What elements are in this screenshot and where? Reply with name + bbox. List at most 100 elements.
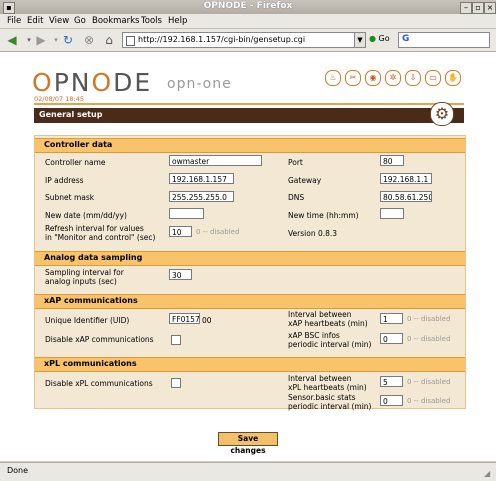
search-input[interactable]: G — [398, 32, 490, 48]
disable-xpl-checkbox[interactable] — [171, 378, 181, 388]
go-label: Go — [378, 34, 390, 43]
xap-bsc-label-line1: xAP BSC infos — [288, 331, 340, 340]
xap-bsc-label-line2: periodic interval (min) — [288, 340, 372, 349]
gear-icon[interactable]: ⚙ — [430, 102, 454, 126]
xpl-heartbeat-hint: 0 -- disabled — [407, 378, 451, 386]
new-time-label: New time (hh:mm) — [288, 211, 359, 220]
uid-label: Unique Identifier (UID) — [45, 316, 130, 325]
lightbulb-icon[interactable]: ♨ — [325, 70, 341, 86]
xpl-heartbeat-label-line1: Interval between — [288, 374, 352, 383]
xap-heartbeat-field[interactable]: 1 — [380, 313, 403, 324]
menu-help[interactable]: Help — [168, 16, 187, 26]
menu-go[interactable]: Go — [74, 16, 86, 26]
xap-section-header: xAP communications — [35, 294, 465, 309]
disable-xap-label: Disable xAP communications — [45, 335, 154, 344]
header-divider — [34, 103, 464, 105]
xap-heartbeat-hint: 0 -- disabled — [407, 315, 451, 323]
xpl-section-title: xPL communications — [44, 359, 137, 368]
xap-bsc-hint: 0 -- disabled — [407, 335, 451, 343]
xpl-heartbeat-field[interactable]: 5 — [380, 376, 403, 387]
disable-xpl-label: Disable xPL communications — [45, 379, 153, 388]
url-dropdown-button[interactable]: ▼ — [354, 32, 366, 48]
menu-bar: File Edit View Go Bookmarks Tools Help — [0, 14, 496, 29]
dns-label: DNS — [288, 193, 305, 202]
window-menu-icon[interactable]: ▪ — [3, 2, 15, 14]
port-label: Port — [288, 158, 303, 167]
current-datetime: 02/08/07 18:45 — [34, 95, 84, 103]
menu-tools[interactable]: Tools — [141, 16, 162, 26]
refresh-interval-label-line2: in "Monitor and control" (sec) — [45, 233, 156, 242]
controller-section-header: Controller data — [35, 138, 465, 153]
go-button[interactable]: ● Go — [369, 34, 390, 43]
xap-section-title: xAP communications — [44, 296, 138, 305]
menu-bookmarks[interactable]: Bookmarks — [92, 16, 140, 26]
page-icon — [126, 36, 135, 46]
menu-edit[interactable]: Edit — [27, 16, 43, 26]
port-field[interactable]: 80 — [380, 155, 404, 166]
hand-icon[interactable]: ✋ — [445, 70, 461, 86]
opnode-logo: OPNODE — [32, 68, 153, 97]
new-time-field[interactable] — [380, 208, 404, 219]
download-icon[interactable]: ⇩ — [405, 70, 421, 86]
minimize-icon[interactable]: – — [460, 2, 472, 14]
stop-icon[interactable]: ⊗ — [81, 32, 97, 48]
uid-field[interactable]: FF0157 — [169, 313, 200, 324]
maximize-icon[interactable]: ▫ — [472, 2, 484, 14]
xpl-heartbeat-label-line2: xPL heartbeats (min) — [288, 383, 367, 392]
tools-icon[interactable]: ✂ — [345, 70, 361, 86]
back-icon[interactable]: ◀ — [4, 32, 20, 48]
sensor-stats-label-line1: Sensor.basic stats — [288, 393, 356, 402]
navigation-toolbar: ◀ ▾ ▶ ▾ ↻ ⊗ ⌂ http://192.168.1.157/cgi-b… — [0, 29, 496, 52]
controller-name-label: Controller name — [45, 158, 106, 167]
refresh-interval-label-line1: Refresh interval for values — [45, 224, 144, 233]
disable-xap-checkbox[interactable] — [171, 335, 181, 345]
ip-address-field[interactable]: 192.168.1.157 — [169, 173, 234, 184]
status-bar: Done ◢ — [0, 462, 496, 481]
header-icon-bar: ♨ ✂ ◉ ✲ ⇩ ▭ ✋ — [325, 70, 465, 86]
save-changes-button[interactable]: Save changes — [218, 432, 278, 455]
forward-icon[interactable]: ▶ — [33, 32, 49, 48]
dns-field[interactable]: 80.58.61.250 — [380, 191, 432, 202]
uid-suffix: 00 — [202, 316, 212, 325]
version-text: Version 0.8.3 — [288, 229, 338, 238]
resize-grip-icon[interactable]: ◢ — [484, 469, 494, 479]
camera-icon[interactable]: ◉ — [365, 70, 381, 86]
reload-icon[interactable]: ↻ — [60, 32, 76, 48]
sampling-interval-field[interactable]: 30 — [169, 269, 192, 280]
menu-file[interactable]: File — [7, 16, 21, 26]
go-icon: ● — [369, 34, 376, 43]
sampling-interval-label-line2: analog inputs (sec) — [45, 277, 117, 286]
home-icon[interactable]: ⌂ — [101, 32, 117, 48]
search-engine-icon: G — [402, 34, 410, 44]
window-title: OPNODE - Firefox — [203, 1, 293, 11]
sensor-stats-field[interactable]: 0 — [380, 395, 403, 406]
sensor-stats-label-line2: periodic interval (min) — [288, 402, 372, 411]
sensor-stats-hint: 0 -- disabled — [407, 397, 451, 405]
page-title-bar: General setup — [34, 108, 464, 123]
controller-section-title: Controller data — [44, 140, 113, 149]
opnode-logo-subtitle: opn-one — [167, 76, 232, 92]
subnet-mask-label: Subnet mask — [45, 193, 95, 202]
window-titlebar: OPNODE - Firefox ▪ – ▫ × — [0, 0, 496, 14]
status-text: Done — [7, 466, 29, 475]
xap-heartbeat-label-line2: xAP heartbeats (min) — [288, 319, 368, 328]
new-date-label: New date (mm/dd/yy) — [45, 211, 127, 220]
xap-bsc-field[interactable]: 0 — [380, 333, 403, 344]
chat-icon[interactable]: ▭ — [425, 70, 441, 86]
subnet-mask-field[interactable]: 255.255.255.0 — [169, 191, 234, 202]
xpl-section-header: xPL communications — [35, 357, 465, 372]
refresh-interval-field[interactable]: 10 — [169, 226, 192, 237]
url-text: http://192.168.1.157/cgi-bin/gensetup.cg… — [138, 35, 306, 44]
url-input[interactable]: http://192.168.1.157/cgi-bin/gensetup.cg… — [122, 32, 356, 48]
menu-view[interactable]: View — [49, 16, 69, 26]
close-icon[interactable]: × — [484, 2, 496, 14]
refresh-interval-hint: 0 -- disabled — [196, 228, 240, 236]
gateway-label: Gateway — [288, 176, 322, 185]
page-content: OPNODE opn-one ♨ ✂ ◉ ✲ ⇩ ▭ ✋ 02/08/07 18:45 Ge… — [0, 52, 496, 461]
new-date-field[interactable] — [169, 208, 204, 219]
controller-name-field[interactable]: owmaster — [169, 155, 262, 166]
settings-icon[interactable]: ✲ — [385, 70, 401, 86]
gateway-field[interactable]: 192.168.1.1 — [380, 173, 432, 184]
analog-section-title: Analog data sampling — [44, 253, 143, 262]
xap-heartbeat-label-line1: Interval between — [288, 310, 352, 319]
